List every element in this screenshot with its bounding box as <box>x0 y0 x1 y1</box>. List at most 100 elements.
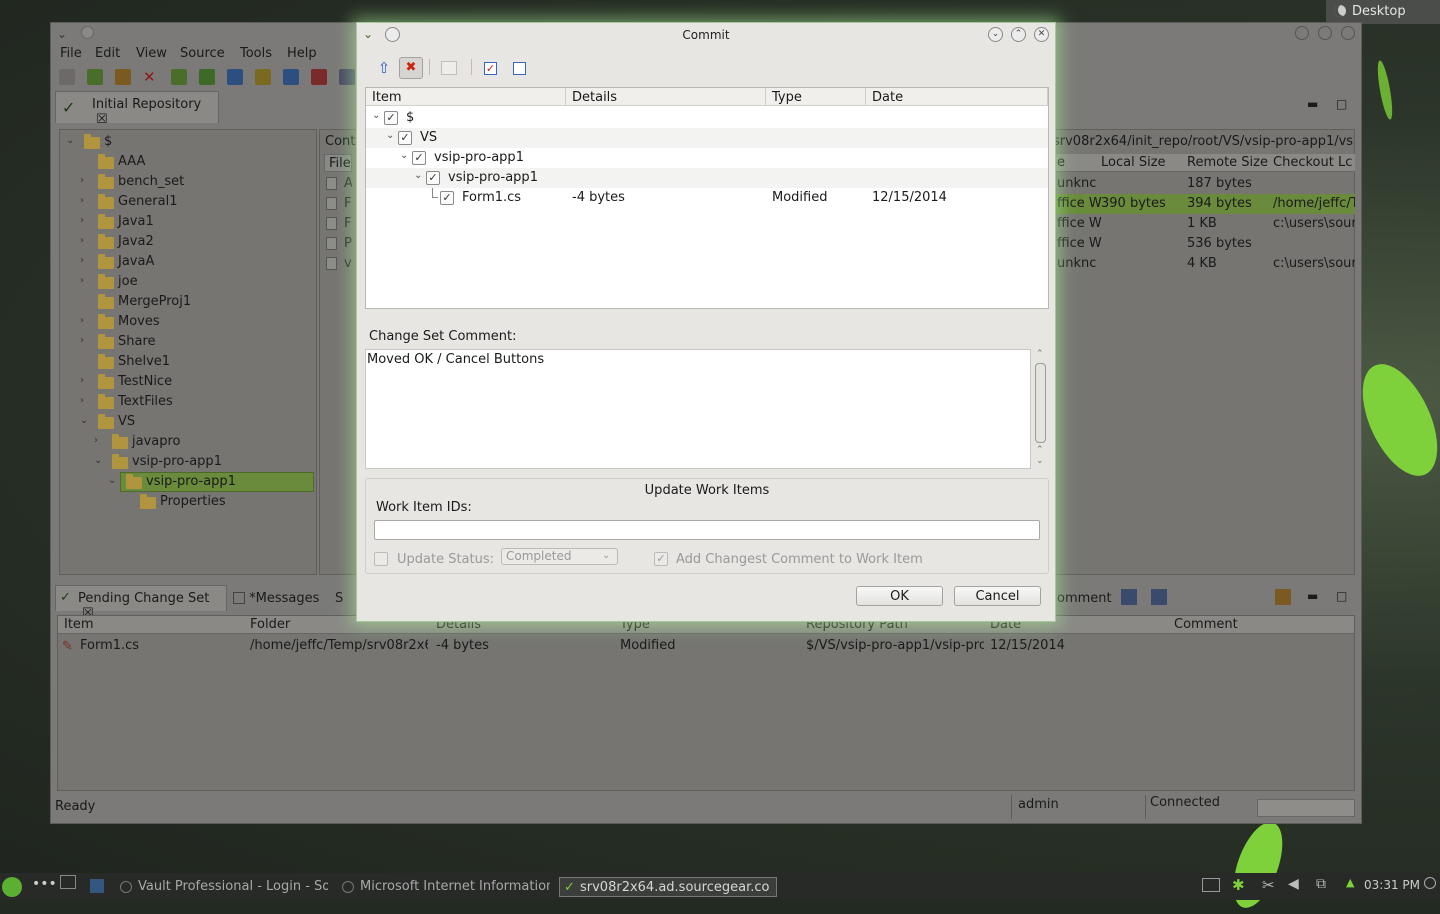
tree-item[interactable]: › General1 <box>60 192 316 212</box>
minimize-button[interactable] <box>1295 26 1309 40</box>
bug-icon[interactable]: ✱ <box>1232 876 1245 894</box>
new-icon[interactable] <box>59 69 75 85</box>
file-row[interactable]: vs <box>324 254 352 274</box>
uncheck-all-icon[interactable] <box>513 62 526 75</box>
item-checkbox[interactable]: ✓ <box>440 191 454 205</box>
file-col-header[interactable]: File <box>324 154 352 172</box>
chevron-right-icon[interactable]: › <box>80 215 84 226</box>
commit-icon[interactable] <box>227 69 243 85</box>
tab-comment[interactable]: omment <box>1057 591 1112 606</box>
maximize-pane-icon[interactable]: □ <box>1336 589 1347 603</box>
col-item[interactable]: Item <box>366 88 566 106</box>
delete-icon[interactable]: ✕ <box>143 69 159 85</box>
up-arrow-icon[interactable]: ▲ <box>1346 876 1354 889</box>
tab-messages[interactable]: *Messages <box>233 591 319 606</box>
col-header[interactable]: e <box>1057 155 1065 170</box>
tree-item[interactable]: › joe <box>60 272 316 292</box>
filter-options-icon[interactable] <box>1151 589 1167 605</box>
chevron-down-icon[interactable]: ⌄ <box>108 475 116 486</box>
task-vault-login[interactable]: Vault Professional - Login - So <box>118 877 328 897</box>
chevron-right-icon[interactable]: › <box>80 315 84 326</box>
item-checkbox[interactable]: ✓ <box>426 171 440 185</box>
file-row[interactable]: A <box>324 174 352 194</box>
grid-row[interactable]: ✓ Form1.cs -4 bytes Modified 12/15/2014 <box>366 188 1048 208</box>
tree-item[interactable]: › JavaA <box>60 252 316 272</box>
col-details[interactable]: Details <box>566 88 766 106</box>
grid-row[interactable]: ⌄ ✓ $ <box>366 108 1048 128</box>
chevron-down-icon[interactable]: ⌄ <box>94 455 102 466</box>
task-srv08r2x64[interactable]: ✓ srv08r2x64.ad.sourcegear.co <box>559 877 777 897</box>
commit-toolbar-up-icon[interactable]: ⇧ <box>375 59 393 77</box>
menu-view[interactable]: View <box>136 46 167 61</box>
chevron-down-icon[interactable]: ⌄ <box>372 110 380 121</box>
chevron-right-icon[interactable]: › <box>80 195 84 206</box>
chevron-right-icon[interactable]: › <box>80 235 84 246</box>
work-item-ids-input[interactable] <box>374 520 1040 540</box>
grid-row[interactable]: ⌄ ✓ VS <box>366 128 1048 148</box>
tree-item[interactable]: Shelve1 <box>60 352 316 372</box>
tree-item[interactable]: › javapro <box>60 432 316 452</box>
tree-item[interactable]: MergeProj1 <box>60 292 316 312</box>
window-menu-button[interactable] <box>81 26 94 39</box>
comment-textarea[interactable]: Moved OK / Cancel Buttons <box>365 349 1031 469</box>
folder-icon[interactable] <box>1275 589 1291 605</box>
menu-tools[interactable]: Tools <box>240 46 272 61</box>
chevron-right-icon[interactable]: › <box>80 395 84 406</box>
undo-change-icon[interactable]: ✖ <box>399 57 423 79</box>
power-icon[interactable] <box>1424 877 1436 889</box>
chevron-down-icon[interactable]: ⌄ <box>80 415 88 426</box>
maximize-button[interactable] <box>1318 26 1332 40</box>
more-apps-icon[interactable]: ••• <box>32 876 57 892</box>
show-desktop-icon[interactable] <box>60 875 76 889</box>
chevron-down-icon[interactable]: ⌄ <box>66 135 74 146</box>
grid-row[interactable]: ⌄ ✓ vsip-pro-app1 <box>366 168 1048 188</box>
tree-item[interactable]: › TextFiles <box>60 392 316 412</box>
menu-help[interactable]: Help <box>287 46 317 61</box>
chevron-right-icon[interactable]: › <box>80 255 84 266</box>
chevron-down-icon[interactable]: ⌄ <box>386 130 394 141</box>
close-button[interactable]: ✕ <box>1034 27 1049 42</box>
chevron-right-icon[interactable]: › <box>80 335 84 346</box>
window-menu-button[interactable] <box>385 27 400 42</box>
file-row[interactable]: ffice W 1 KB c:\users\sour <box>1053 214 1355 234</box>
item-checkbox[interactable]: ✓ <box>398 131 412 145</box>
diff-icon[interactable] <box>441 61 457 75</box>
tab-other[interactable]: S <box>335 591 343 606</box>
tree-item[interactable]: ⌄ $ <box>60 132 316 152</box>
add-comment-checkbox[interactable]: ✓ <box>654 552 668 566</box>
display-icon[interactable]: ⧉ <box>1316 876 1326 892</box>
task-iis[interactable]: Microsoft Internet Information <box>340 877 550 897</box>
file-row[interactable]: P <box>324 234 352 254</box>
tab-initial-repository[interactable]: ✓ Initial Repository ☒ <box>55 91 219 127</box>
start-menu-icon[interactable] <box>2 877 22 897</box>
tree-item[interactable]: › Java1 <box>60 212 316 232</box>
minimize-button[interactable]: ⌄ <box>988 27 1003 42</box>
tree-item[interactable]: ⌄ vsip-pro-app1 <box>60 472 316 492</box>
minimize-pane-icon[interactable]: ▬ <box>1307 97 1318 111</box>
comment-scrollbar[interactable]: ⌃ ⌃ ⌄ <box>1032 349 1049 469</box>
item-checkbox[interactable]: ✓ <box>384 111 398 125</box>
filter-icon[interactable] <box>1121 589 1137 605</box>
col-header[interactable]: Item <box>64 617 94 632</box>
file-row[interactable]: ffice W 536 bytes <box>1053 234 1355 254</box>
menu-file[interactable]: File <box>60 46 82 61</box>
terminal-icon[interactable] <box>1202 878 1220 892</box>
merge-icon[interactable] <box>311 69 327 85</box>
scroll-up-icon[interactable]: ⌃ <box>1036 445 1044 455</box>
status-dropdown[interactable]: Completed ⌄ <box>501 548 618 565</box>
maximize-pane-icon[interactable]: □ <box>1336 97 1347 111</box>
cancel-button[interactable]: Cancel <box>954 586 1041 606</box>
tree-item[interactable]: ⌄ vsip-pro-app1 <box>60 452 316 472</box>
chevron-right-icon[interactable]: › <box>94 435 98 446</box>
chevron-right-icon[interactable]: › <box>80 275 84 286</box>
add-icon[interactable] <box>87 69 103 85</box>
folder-icon[interactable] <box>115 69 131 85</box>
scroll-up-icon[interactable]: ⌃ <box>1036 349 1044 359</box>
close-tab-icon[interactable]: ☒ <box>96 112 108 127</box>
maximize-button[interactable]: ⌃ <box>1011 27 1026 42</box>
volume-icon[interactable]: ◀ <box>1288 876 1299 892</box>
item-checkbox[interactable]: ✓ <box>412 151 426 165</box>
diff-icon[interactable] <box>283 69 299 85</box>
menu-edit[interactable]: Edit <box>95 46 120 61</box>
tree-item[interactable]: ⌄ VS <box>60 412 316 432</box>
